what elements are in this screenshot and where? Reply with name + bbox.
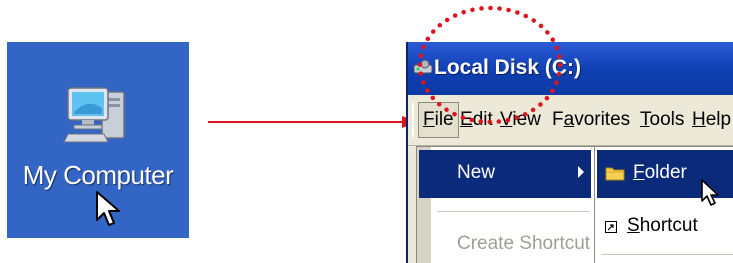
menu-item-create-shortcut[interactable]: Create Shortcut bbox=[457, 233, 590, 255]
submenu-item-shortcut[interactable]: Shortcut bbox=[597, 207, 733, 247]
disk-drive-icon bbox=[413, 59, 433, 74]
menu-item-new-label: New bbox=[457, 162, 496, 183]
explorer-window: Local Disk (C:) File Edit View Favorites… bbox=[406, 42, 733, 263]
menu-edit[interactable]: Edit bbox=[456, 103, 497, 137]
folder-icon bbox=[605, 167, 625, 181]
submenu-item-folder-label: Folder bbox=[633, 162, 687, 183]
window-title: Local Disk (C:) bbox=[434, 56, 582, 79]
menu-favorites[interactable]: Favorites bbox=[548, 103, 634, 137]
menu-file[interactable]: File bbox=[418, 102, 459, 138]
mouse-pointer-icon bbox=[96, 191, 120, 226]
title-bar[interactable]: Local Disk (C:) bbox=[408, 42, 733, 95]
annotation-arrow bbox=[208, 116, 418, 128]
mouse-pointer-icon bbox=[701, 179, 719, 206]
submenu-arrow-icon bbox=[578, 166, 584, 178]
my-computer-label[interactable]: My Computer bbox=[7, 160, 189, 191]
desktop-background: My Computer bbox=[7, 42, 189, 238]
menu-bar: File Edit View Favorites Tools Help bbox=[408, 95, 733, 146]
menu-separator bbox=[437, 211, 589, 212]
shortcut-icon bbox=[605, 221, 617, 233]
menu-help[interactable]: Help bbox=[688, 103, 733, 137]
computer-icon[interactable] bbox=[62, 82, 134, 154]
menu-view[interactable]: View bbox=[496, 103, 545, 137]
submenu-separator bbox=[601, 254, 733, 255]
submenu-item-shortcut-label: Shortcut bbox=[627, 215, 698, 236]
file-dropdown-menu: New Create Shortcut bbox=[416, 146, 596, 263]
menu-item-new[interactable]: New bbox=[419, 150, 591, 198]
menu-tools[interactable]: Tools bbox=[636, 103, 688, 137]
